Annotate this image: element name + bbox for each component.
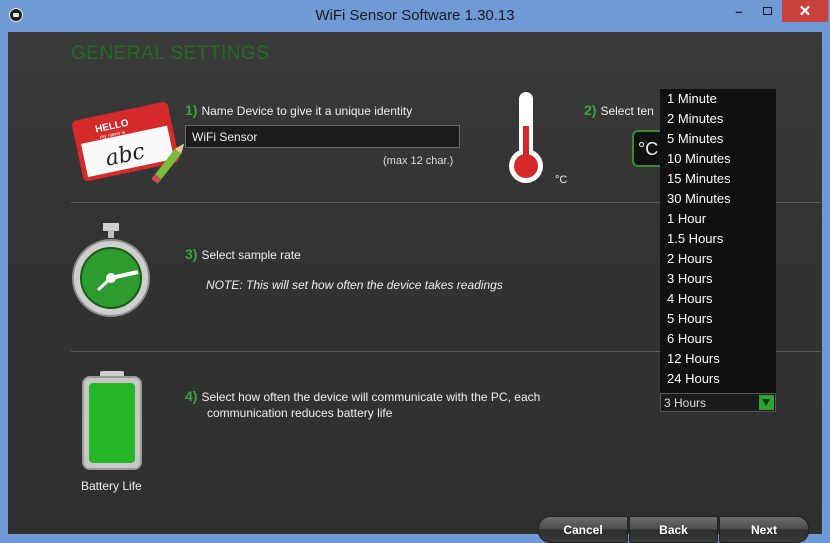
dropdown-option[interactable]: 2 Hours [660, 249, 776, 269]
device-name-input[interactable] [185, 125, 460, 148]
stopwatch-icon [72, 223, 150, 317]
name-length-hint: (max 12 char.) [383, 155, 454, 167]
dropdown-option[interactable]: 5 Hours [660, 309, 776, 329]
step1-label: 1) Name Device to give it a unique identi… [185, 102, 413, 118]
selected-interval: 3 Hours [664, 396, 707, 410]
dropdown-option[interactable]: 3 Hours [660, 269, 776, 289]
name-tag-illustration: HELLO my name is abc [72, 102, 185, 184]
dropdown-option[interactable]: 1.5 Hours [660, 229, 776, 249]
communication-interval-dropdown-list[interactable]: 1 Minute 2 Minutes 5 Minutes 10 Minutes … [660, 89, 776, 393]
dropdown-option[interactable]: 5 Minutes [660, 129, 776, 149]
dropdown-option[interactable]: 12 Hours [660, 349, 776, 369]
title-bar: WiFi Sensor Software 1.30.13 – ✕ [0, 0, 830, 32]
dropdown-option[interactable]: 1 Hour [660, 209, 776, 229]
maximize-icon [762, 7, 772, 15]
minimize-button[interactable]: – [728, 0, 750, 22]
dropdown-option[interactable]: 10 Minutes [660, 149, 776, 169]
maximize-button[interactable] [756, 0, 778, 22]
sample-rate-note: NOTE: This will set how often the device… [206, 278, 503, 292]
unit-label: °C [555, 174, 568, 186]
thermometer-icon [509, 92, 543, 183]
next-button[interactable]: Next [719, 516, 809, 543]
dropdown-option[interactable]: 24 Hours [660, 369, 776, 389]
dropdown-option[interactable]: 2 Minutes [660, 109, 776, 129]
window-title: WiFi Sensor Software 1.30.13 [315, 7, 515, 24]
step3-label: 3) Select sample rate [185, 246, 301, 262]
dropdown-option[interactable]: 1 Minute [660, 89, 776, 109]
page-title: GENERAL SETTINGS [71, 43, 270, 64]
battery-icon [82, 371, 142, 470]
step4-label: 4) Select how often the device will commu… [185, 388, 541, 404]
dropdown-arrow-icon[interactable] [759, 395, 774, 410]
step2-label: 2) Select ten [584, 102, 654, 118]
dropdown-option[interactable]: 6 Hours [660, 329, 776, 349]
back-button[interactable]: Back [629, 516, 718, 543]
dropdown-option[interactable]: 4 Hours [660, 289, 776, 309]
close-button[interactable]: ✕ [782, 0, 828, 22]
communication-interval-select[interactable]: 3 Hours [660, 393, 776, 412]
cancel-button[interactable]: Cancel [538, 516, 628, 543]
step4-label-line2: communication reduces battery life [207, 406, 393, 420]
dropdown-option[interactable]: 30 Minutes [660, 189, 776, 209]
dropdown-option[interactable]: 15 Minutes [660, 169, 776, 189]
battery-life-label: Battery Life [81, 479, 142, 493]
